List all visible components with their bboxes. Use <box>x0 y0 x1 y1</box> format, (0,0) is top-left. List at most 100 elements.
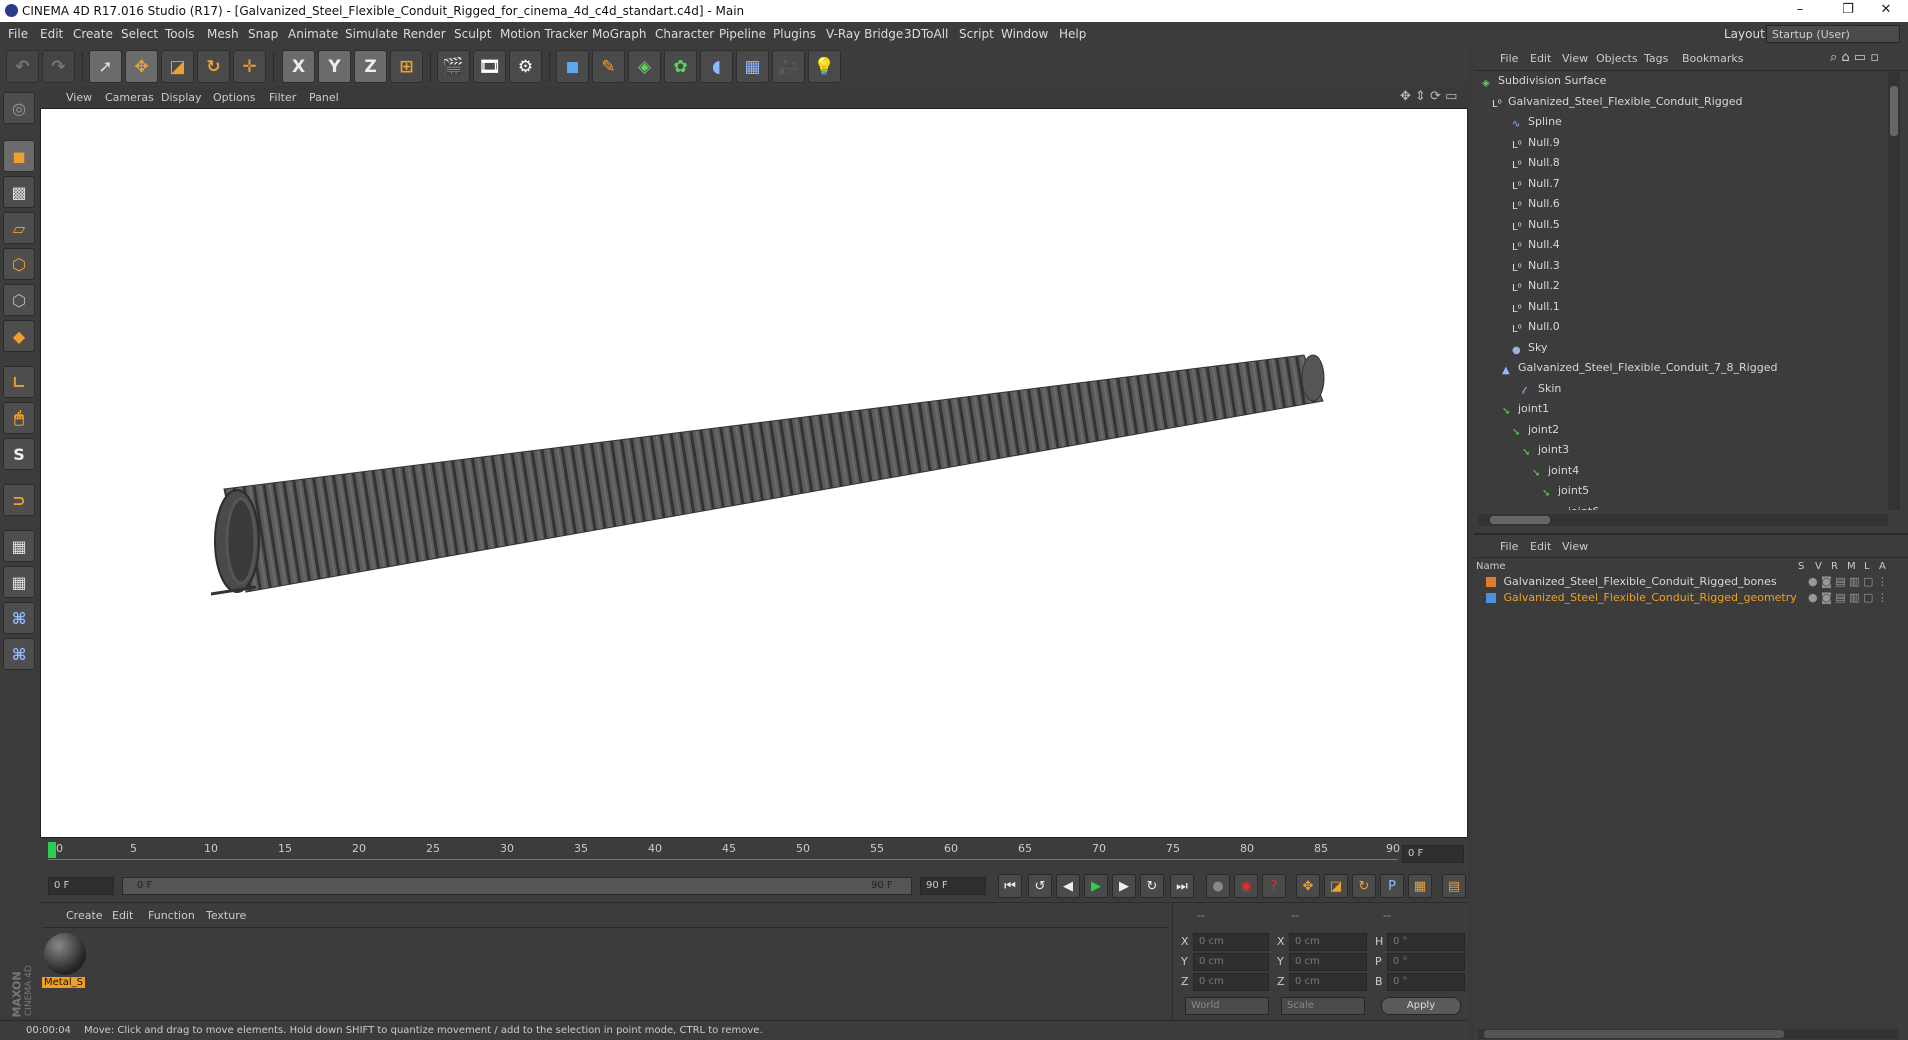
autokey-button[interactable]: ? <box>1262 874 1286 898</box>
playhead-marker[interactable] <box>48 842 56 858</box>
timeline-window-button[interactable]: ▤ <box>1442 874 1466 898</box>
3d-viewport[interactable] <box>40 108 1468 838</box>
lock-workplane-button[interactable]: ▦ <box>3 530 35 562</box>
previous-frame-button[interactable]: ◀ <box>1056 874 1080 898</box>
layout-dropdown[interactable]: Startup (User) <box>1766 25 1900 43</box>
select-tool-button[interactable]: ➚ <box>89 50 122 83</box>
menu-animate[interactable]: Animate <box>288 27 338 41</box>
objmgr-menu-view[interactable]: View <box>1562 52 1588 65</box>
menu-window[interactable]: Window <box>1001 27 1048 41</box>
menu-simulate[interactable]: Simulate <box>345 27 398 41</box>
object-tree-item[interactable]: 𝓁 Skin <box>1522 382 1561 402</box>
object-tree-item[interactable]: ➘ joint5 <box>1542 484 1589 504</box>
viewport-menu-filter[interactable]: Filter <box>269 91 296 104</box>
render-view-button[interactable]: 🎬 <box>437 50 470 83</box>
pen-spline-button[interactable]: ✎ <box>592 50 625 83</box>
deformer-button[interactable]: ◖ <box>700 50 733 83</box>
go-to-end-button[interactable]: ⏭ <box>1170 874 1194 898</box>
layer-menu-file[interactable]: File <box>1500 540 1518 553</box>
object-tree-item[interactable]: L⁰ Galvanized_Steel_Flexible_Conduit_Rigg… <box>1492 95 1742 115</box>
menu-help[interactable]: Help <box>1059 27 1086 41</box>
position-y-field[interactable]: 0 cm <box>1193 953 1269 971</box>
size-y-field[interactable]: 0 cm <box>1289 953 1367 971</box>
object-tree-item[interactable]: ➘ joint2 <box>1512 423 1559 443</box>
size-z-field[interactable]: 0 cm <box>1289 973 1367 991</box>
current-frame-field[interactable]: 0 F <box>1402 845 1464 863</box>
light-button[interactable]: 💡 <box>808 50 841 83</box>
layer-color-swatch[interactable] <box>1486 593 1496 603</box>
object-tree-item[interactable]: ∿ Spline <box>1512 115 1562 135</box>
objmgr-menu-edit[interactable]: Edit <box>1530 52 1551 65</box>
key-point-level-button[interactable]: ▦ <box>1408 874 1432 898</box>
viewport-menu-panel[interactable]: Panel <box>309 91 339 104</box>
next-frame-button[interactable]: ▶ <box>1112 874 1136 898</box>
restore-button[interactable]: ❐ <box>1828 2 1868 20</box>
menu-pipeline[interactable]: Pipeline <box>719 27 766 41</box>
apply-button[interactable]: Apply <box>1381 997 1461 1015</box>
key-param-button[interactable]: P <box>1380 874 1404 898</box>
scale-tool-button[interactable]: ◪ <box>161 50 194 83</box>
render-settings-button[interactable]: ⚙ <box>509 50 542 83</box>
key-position-button[interactable]: ✥ <box>1296 874 1320 898</box>
menu-edit[interactable]: Edit <box>40 27 63 41</box>
menu-select[interactable]: Select <box>121 27 158 41</box>
cloner-button[interactable]: ✿ <box>664 50 697 83</box>
menu-tools[interactable]: Tools <box>165 27 195 41</box>
render-picture-viewer-button[interactable]: 🎞 <box>473 50 506 83</box>
rotation-p-field[interactable]: 0 ° <box>1387 953 1465 971</box>
redo-button[interactable]: ↷ <box>42 50 75 83</box>
viewport-menu-cameras[interactable]: Cameras <box>105 91 154 104</box>
play-button[interactable]: ▶ <box>1084 874 1108 898</box>
material-menu-texture[interactable]: Texture <box>206 909 246 922</box>
record-off-icon[interactable]: ● <box>1206 874 1230 898</box>
object-tree-item[interactable]: L⁰ Null.0 <box>1512 320 1560 340</box>
object-tree-item[interactable]: L⁰ Null.9 <box>1512 136 1560 156</box>
subdivision-surface-button[interactable]: ◈ <box>628 50 661 83</box>
previous-key-button[interactable]: ↺ <box>1028 874 1052 898</box>
object-tree-item[interactable]: ➘ joint6 <box>1552 505 1599 511</box>
rotation-b-field[interactable]: 0 ° <box>1387 973 1465 991</box>
material-menu-create[interactable]: Create <box>66 909 103 922</box>
object-tree-item[interactable]: L⁰ Null.3 <box>1512 259 1560 279</box>
objmgr-menu-objects[interactable]: Objects <box>1596 52 1638 65</box>
next-key-button[interactable]: ↻ <box>1140 874 1164 898</box>
texture-mode-button[interactable]: ▩ <box>3 176 35 208</box>
menu-mograph[interactable]: MoGraph <box>592 27 647 41</box>
material-name[interactable]: Metal_S <box>42 977 85 988</box>
object-tree-item[interactable]: ◈ Subdivision Surface <box>1482 74 1606 94</box>
key-scale-button[interactable]: ◪ <box>1324 874 1348 898</box>
menu-vray-bridge[interactable]: V-Ray Bridge <box>826 27 903 41</box>
viewport-menu-display[interactable]: Display <box>161 91 202 104</box>
object-tree-item[interactable]: L⁰ Null.4 <box>1512 238 1560 258</box>
layer-toggles-icon[interactable]: ● ◙ ▤ ▥ ▢ ⋮ <box>1808 591 1888 604</box>
menu-mesh[interactable]: Mesh <box>207 27 239 41</box>
object-tree-item[interactable]: L⁰ Null.7 <box>1512 177 1560 197</box>
x-axis-lock-button[interactable]: X <box>282 50 315 83</box>
objmgr-menu-tags[interactable]: Tags <box>1644 52 1668 65</box>
object-tree-item[interactable]: ● Sky <box>1512 341 1547 361</box>
object-tree-item[interactable]: ➘ joint3 <box>1522 443 1569 463</box>
size-x-field[interactable]: 0 cm <box>1289 933 1367 951</box>
coordinate-system-button[interactable]: ⊞ <box>390 50 423 83</box>
layer-menu-edit[interactable]: Edit <box>1530 540 1551 553</box>
object-tree-item[interactable]: L⁰ Null.5 <box>1512 218 1560 238</box>
material-menu-function[interactable]: Function <box>148 909 195 922</box>
objmgr-menu-bookmarks[interactable]: Bookmarks <box>1682 52 1743 65</box>
points-mode-button[interactable]: ⬡ <box>3 248 35 280</box>
key-rotation-button[interactable]: ↻ <box>1352 874 1376 898</box>
close-button[interactable]: ✕ <box>1866 2 1906 20</box>
position-x-field[interactable]: 0 cm <box>1193 933 1269 951</box>
workplane-icon[interactable]: ◎ <box>3 92 35 124</box>
viewport-menu-view[interactable]: View <box>66 91 92 104</box>
cube-primitive-button[interactable]: ◼ <box>556 50 589 83</box>
timeline-ruler[interactable]: 0 5 10 15 20 25 30 35 40 45 50 55 60 65 … <box>40 840 1468 870</box>
end-frame-field[interactable]: 90 F <box>920 877 986 895</box>
go-to-start-button[interactable]: ⏮ <box>998 874 1022 898</box>
record-active-button[interactable]: ◉ <box>1234 874 1258 898</box>
material-menu-edit[interactable]: Edit <box>112 909 133 922</box>
preview-range-slider[interactable]: 0 F 90 F <box>122 877 912 895</box>
menu-create[interactable]: Create <box>73 27 113 41</box>
timeline-track[interactable]: 0 5 10 15 20 25 30 35 40 45 50 55 60 65 … <box>48 842 1400 860</box>
position-z-field[interactable]: 0 cm <box>1193 973 1269 991</box>
viewport-menu-options[interactable]: Options <box>213 91 255 104</box>
